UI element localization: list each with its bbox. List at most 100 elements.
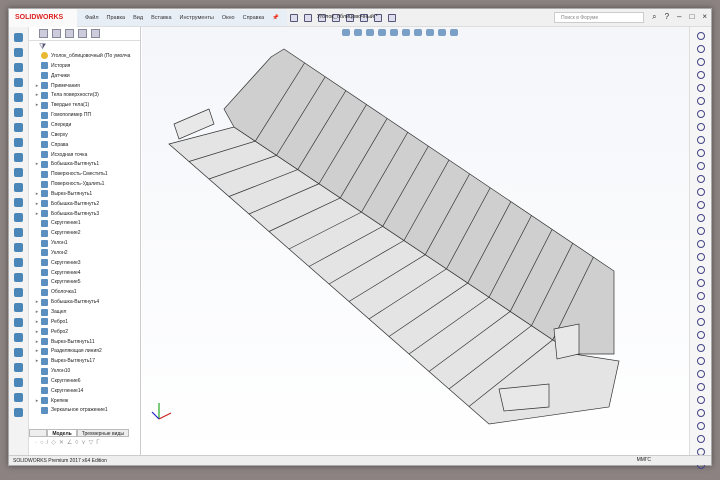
task-pane-icon[interactable] xyxy=(697,175,705,183)
configuration-manager-tab-icon[interactable] xyxy=(65,29,74,38)
tree-item[interactable]: Уклон1 xyxy=(29,238,140,248)
feature-manager-tab-icon[interactable] xyxy=(39,29,48,38)
tree-item[interactable]: ▸ Тела поверхности(3) xyxy=(29,91,140,101)
options-icon[interactable] xyxy=(388,13,397,22)
tree-item[interactable]: Скругление6 xyxy=(29,376,140,386)
tool-icon[interactable] xyxy=(14,123,23,132)
task-pane-icon[interactable] xyxy=(697,136,705,144)
dimxpert-tab-icon[interactable] xyxy=(78,29,87,38)
tree-item[interactable]: Гомополимер ПП xyxy=(29,110,140,120)
expand-arrow-icon[interactable]: ▸ xyxy=(33,339,41,345)
tree-item[interactable]: ▸ Твердые тела(1) xyxy=(29,100,140,110)
task-pane-icon[interactable] xyxy=(697,409,705,417)
tab-model[interactable]: Модель xyxy=(47,429,77,437)
task-pane-icon[interactable] xyxy=(697,201,705,209)
task-pane-icon[interactable] xyxy=(697,279,705,287)
help-icon[interactable]: ? xyxy=(665,12,669,22)
task-pane-icon[interactable] xyxy=(697,84,705,92)
task-pane-icon[interactable] xyxy=(697,240,705,248)
task-pane-icon[interactable] xyxy=(697,292,705,300)
task-pane-icon[interactable] xyxy=(697,71,705,79)
expand-arrow-icon[interactable]: ▸ xyxy=(33,398,41,404)
tree-item[interactable]: История xyxy=(29,61,140,71)
expand-arrow-icon[interactable]: ▸ xyxy=(33,309,41,315)
tool-icon[interactable] xyxy=(14,93,23,102)
tree-item[interactable]: ▸ Ребро2 xyxy=(29,327,140,337)
tree-item[interactable]: Справа xyxy=(29,140,140,150)
units-selector[interactable]: ММГС xyxy=(637,457,651,463)
tree-item[interactable]: ▸ Крепеж xyxy=(29,396,140,406)
tree-item[interactable]: Зеркальное отражение1 xyxy=(29,406,140,416)
tree-item[interactable]: Скругление1 xyxy=(29,219,140,229)
menu-edit[interactable]: Правка xyxy=(107,15,126,21)
tool-icon[interactable] xyxy=(14,228,23,237)
menu-insert[interactable]: Вставка xyxy=(151,15,171,21)
tree-item[interactable]: Скругление14 xyxy=(29,386,140,396)
tool-icon[interactable] xyxy=(14,243,23,252)
expand-arrow-icon[interactable]: ▸ xyxy=(33,191,41,197)
menu-tools[interactable]: Инструменты xyxy=(180,15,214,21)
tool-icon[interactable] xyxy=(14,363,23,372)
close-button[interactable]: × xyxy=(702,12,707,22)
tree-item[interactable]: Скругление2 xyxy=(29,228,140,238)
menu-file[interactable]: Файл xyxy=(85,15,99,21)
search-icon[interactable]: ⌕ xyxy=(652,12,656,22)
tool-icon[interactable] xyxy=(14,168,23,177)
task-pane-icon[interactable] xyxy=(697,32,705,40)
task-pane-icon[interactable] xyxy=(697,344,705,352)
tool-icon[interactable] xyxy=(14,198,23,207)
tree-item[interactable]: ▸ Ребро1 xyxy=(29,317,140,327)
search-input[interactable]: Поиск в Форуме xyxy=(554,12,644,23)
menu-view[interactable]: Вид xyxy=(133,15,143,21)
task-pane-icon[interactable] xyxy=(697,123,705,131)
tool-icon[interactable] xyxy=(14,288,23,297)
tree-item[interactable]: Уклон10 xyxy=(29,366,140,376)
tree-item[interactable]: Датчики xyxy=(29,71,140,81)
task-pane-icon[interactable] xyxy=(697,383,705,391)
tree-item[interactable]: ▸ Бобышка-Вытянуть3 xyxy=(29,209,140,219)
3d-model-corner-part[interactable] xyxy=(142,27,691,457)
property-manager-tab-icon[interactable] xyxy=(52,29,61,38)
task-pane-icon[interactable] xyxy=(697,331,705,339)
tool-icon[interactable] xyxy=(14,108,23,117)
tree-item[interactable]: ▸ Защел xyxy=(29,307,140,317)
task-pane-icon[interactable] xyxy=(697,45,705,53)
expand-arrow-icon[interactable]: ▸ xyxy=(33,329,41,335)
menu-window[interactable]: Окно xyxy=(222,15,235,21)
tree-item[interactable]: Сверху xyxy=(29,130,140,140)
expand-arrow-icon[interactable]: ▸ xyxy=(33,348,41,354)
tool-icon[interactable] xyxy=(14,78,23,87)
tool-icon[interactable] xyxy=(14,213,23,222)
expand-arrow-icon[interactable]: ▸ xyxy=(33,201,41,207)
menu-help[interactable]: Справка xyxy=(243,15,265,21)
tree-item[interactable]: Скругление4 xyxy=(29,268,140,278)
task-pane-icon[interactable] xyxy=(697,305,705,313)
task-pane-icon[interactable] xyxy=(697,318,705,326)
tree-item[interactable]: Уклон2 xyxy=(29,248,140,258)
tool-icon[interactable] xyxy=(14,33,23,42)
display-manager-tab-icon[interactable] xyxy=(91,29,100,38)
pin-icon[interactable]: 📌 xyxy=(272,15,279,21)
tree-item[interactable]: ▸ Вырез-Вытянуть17 xyxy=(29,356,140,366)
tree-item[interactable]: ▸ Примечания xyxy=(29,81,140,91)
tool-icon[interactable] xyxy=(14,408,23,417)
expand-arrow-icon[interactable]: ▸ xyxy=(33,161,41,167)
tab-3d-views[interactable]: Трехмерные виды xyxy=(76,429,129,437)
open-icon[interactable] xyxy=(304,13,313,22)
tab-blank[interactable] xyxy=(29,429,48,437)
tree-item[interactable]: Скругление3 xyxy=(29,258,140,268)
tool-icon[interactable] xyxy=(14,393,23,402)
expand-arrow-icon[interactable]: ▸ xyxy=(33,211,41,217)
tool-icon[interactable] xyxy=(14,378,23,387)
expand-arrow-icon[interactable]: ▸ xyxy=(33,319,41,325)
expand-arrow-icon[interactable]: ▸ xyxy=(33,299,41,305)
task-pane-icon[interactable] xyxy=(697,149,705,157)
expand-arrow-icon[interactable]: ▸ xyxy=(33,358,41,364)
maximize-button[interactable]: □ xyxy=(689,12,694,22)
tool-icon[interactable] xyxy=(14,48,23,57)
tree-item[interactable]: Поверхность-Сместить1 xyxy=(29,169,140,179)
tree-root[interactable]: Уголок_облицовочный (По умолча xyxy=(29,51,140,61)
expand-arrow-icon[interactable]: ▸ xyxy=(33,102,41,108)
tool-icon[interactable] xyxy=(14,348,23,357)
tree-item[interactable]: ▸ Бобышка-Вытянуть2 xyxy=(29,199,140,209)
